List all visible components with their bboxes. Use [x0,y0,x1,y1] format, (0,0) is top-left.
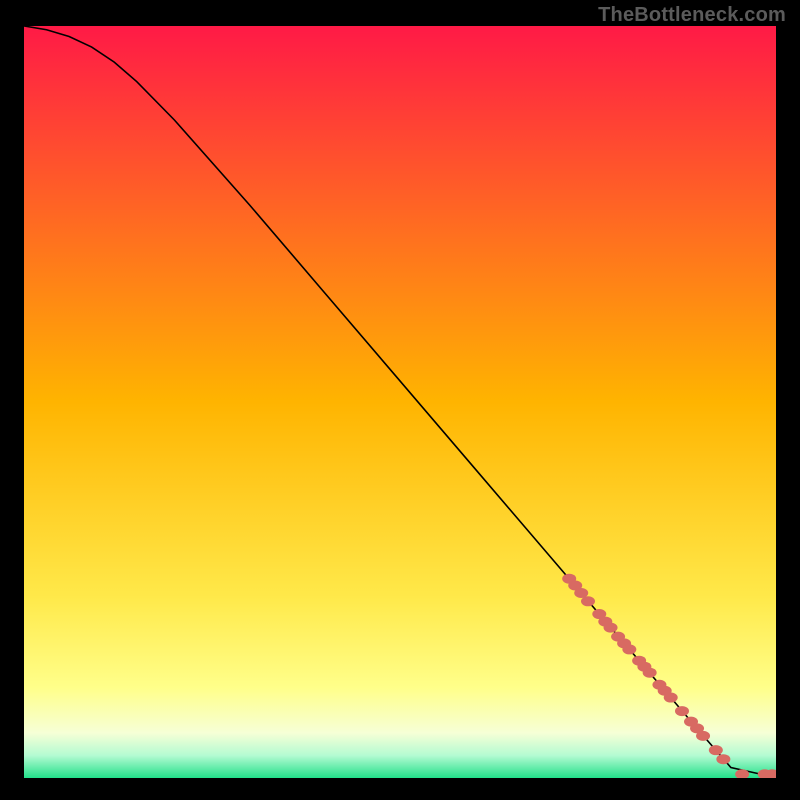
plot-area [24,26,776,778]
marker-dot [675,706,689,716]
watermark-text: TheBottleneck.com [598,4,786,27]
marker-dot [696,731,710,741]
marker-dot [622,644,636,654]
marker-dot [664,693,678,703]
chart-frame: TheBottleneck.com [0,0,800,800]
marker-dot [604,623,618,633]
marker-dot [581,596,595,606]
marker-dot [709,745,723,755]
gradient-background [24,26,776,778]
marker-dot [643,668,657,678]
chart-svg [24,26,776,778]
marker-dot [716,754,730,764]
